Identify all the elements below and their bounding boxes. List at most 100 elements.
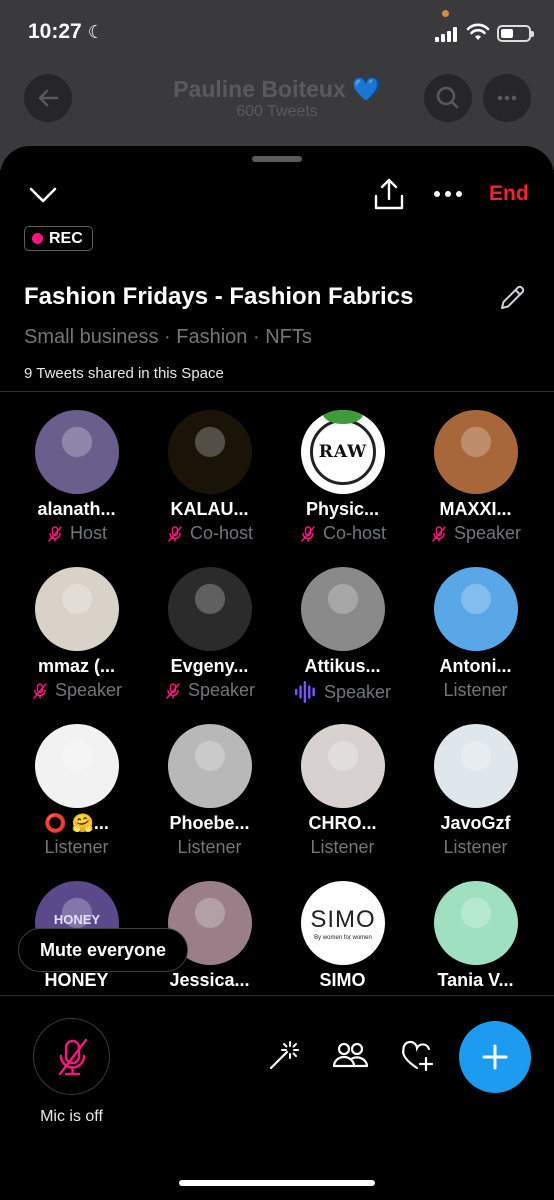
people-icon[interactable] xyxy=(330,1036,370,1076)
status-time: 10:27 ☾ xyxy=(28,20,104,44)
divider xyxy=(0,391,554,392)
participant-grid: alanath... Host KALAU... Co-host RAW Physic..… xyxy=(10,410,544,995)
participant-role: Listener xyxy=(409,837,542,858)
edit-pencil-icon[interactable] xyxy=(496,282,528,314)
avatar[interactable] xyxy=(434,724,518,808)
end-space-button[interactable]: End xyxy=(489,182,529,206)
more-icon xyxy=(497,95,517,101)
record-dot-icon xyxy=(32,233,43,244)
wifi-icon xyxy=(466,23,490,40)
avatar[interactable] xyxy=(168,410,252,494)
avatar[interactable] xyxy=(168,567,252,651)
participant-tile[interactable]: Attikus... Speaker xyxy=(276,567,409,717)
battery-icon xyxy=(497,25,534,42)
simo-logo-text: SIMO xyxy=(310,905,376,933)
avatar[interactable] xyxy=(434,881,518,965)
mic-muted-icon xyxy=(301,525,315,542)
avatar[interactable] xyxy=(434,410,518,494)
chevron-down-icon[interactable] xyxy=(26,180,60,210)
avatar[interactable] xyxy=(35,567,119,651)
avatar[interactable]: SIMO By women for women xyxy=(301,881,385,965)
rec-label: REC xyxy=(49,229,83,247)
profile-header: Pauline Boiteux 💙 600 Tweets xyxy=(0,70,554,130)
participant-tile[interactable]: Antoni... Listener xyxy=(409,567,542,717)
space-topics[interactable]: Small business · Fashion · NFTs xyxy=(24,326,312,349)
participant-name: mmaz (... xyxy=(37,656,116,676)
participant-role-label: Speaker xyxy=(323,681,392,702)
space-sheet: End REC Fashion Fridays - Fashion Fabric… xyxy=(0,146,554,1200)
raw-logo-text: RAW xyxy=(318,442,368,462)
participant-role: Listener xyxy=(143,837,276,858)
mute-everyone-button[interactable]: Mute everyone xyxy=(18,928,188,972)
participant-name: MAXXI... xyxy=(439,499,512,519)
search-icon xyxy=(436,86,459,109)
participant-role-label: Co-host xyxy=(322,523,387,543)
mic-off-icon xyxy=(58,1038,88,1076)
participant-role-label: Speaker xyxy=(54,680,123,700)
home-indicator[interactable] xyxy=(179,1180,375,1186)
mic-toggle-button[interactable] xyxy=(33,1018,110,1095)
participant-tile[interactable]: Tania V... xyxy=(409,881,542,995)
participant-tile[interactable]: Evgeny... Speaker xyxy=(143,567,276,717)
participant-role-label: Listener xyxy=(443,837,508,857)
sheet-toolbar: End xyxy=(0,176,554,216)
cellular-signal-icon xyxy=(435,26,459,42)
participant-role-label: Listener xyxy=(310,837,375,857)
participant-role: Co-host xyxy=(143,523,276,544)
participant-tile[interactable]: Phoebe... Listener xyxy=(143,724,276,874)
participant-name: Physic... xyxy=(305,499,380,519)
plus-icon xyxy=(482,1044,508,1070)
avatar[interactable] xyxy=(168,724,252,808)
mic-status-label: Mic is off xyxy=(40,1108,103,1125)
avatar[interactable] xyxy=(35,724,119,808)
clock-text: 10:27 xyxy=(28,20,82,43)
participant-name: SIMO xyxy=(319,970,366,990)
search-button[interactable] xyxy=(424,74,472,122)
avatar[interactable] xyxy=(301,567,385,651)
participant-name: alanath... xyxy=(37,499,116,519)
magic-wand-icon[interactable] xyxy=(263,1036,303,1076)
participant-role-label: Speaker xyxy=(453,523,522,543)
participant-tile[interactable]: alanath... Host xyxy=(10,410,143,560)
participant-tile[interactable]: CHRO... Listener xyxy=(276,724,409,874)
status-bar: 10:27 ☾ xyxy=(0,0,554,64)
space-title: Fashion Fridays - Fashion Fabrics xyxy=(24,283,414,310)
participant-tile[interactable]: SIMO By women for women SIMO xyxy=(276,881,409,995)
participant-tile[interactable]: JavoGzf Listener xyxy=(409,724,542,874)
participant-role-label: Speaker xyxy=(187,680,256,700)
profile-more-button[interactable] xyxy=(483,74,531,122)
avatar[interactable] xyxy=(434,567,518,651)
participant-tile[interactable]: MAXXI... Speaker xyxy=(409,410,542,560)
participant-tile[interactable]: RAW Physic... Co-host xyxy=(276,410,409,560)
participant-name: KALAU... xyxy=(170,499,249,519)
share-icon[interactable] xyxy=(372,176,406,212)
sheet-grabber[interactable] xyxy=(252,156,302,162)
add-button[interactable] xyxy=(459,1021,531,1093)
more-options-icon[interactable] xyxy=(432,184,464,204)
background-profile-page: 10:27 ☾ Pauline Boiteux 💙 600 Tweets xyxy=(0,0,554,170)
participant-tile[interactable]: KALAU... Co-host xyxy=(143,410,276,560)
mic-muted-icon xyxy=(33,682,47,699)
participant-role: Speaker xyxy=(409,523,542,544)
participant-name: Tania V... xyxy=(437,970,514,990)
participant-role: Co-host xyxy=(276,523,409,544)
participant-name: CHRO... xyxy=(308,813,377,833)
avatar[interactable] xyxy=(301,724,385,808)
participant-name: Phoebe... xyxy=(169,813,250,833)
moon-icon: ☾ xyxy=(87,22,104,42)
participant-name: Evgeny... xyxy=(170,656,249,676)
avatar[interactable] xyxy=(35,410,119,494)
tweets-shared-link[interactable]: 9 Tweets shared in this Space xyxy=(24,365,224,382)
heart-plus-icon[interactable] xyxy=(397,1036,437,1076)
avatar[interactable]: RAW xyxy=(301,410,385,494)
simo-logo-subtext: By women for women xyxy=(314,934,372,941)
participant-tile[interactable]: mmaz (... Speaker xyxy=(10,567,143,717)
participant-name: ⭕ 🤗... xyxy=(44,813,109,833)
divider xyxy=(0,995,554,996)
participant-tile[interactable]: ⭕ 🤗... Listener xyxy=(10,724,143,874)
participant-role-label: Listener xyxy=(177,837,242,857)
mic-muted-icon xyxy=(166,682,180,699)
participant-role-label: Listener xyxy=(443,680,508,700)
participant-role-label: Host xyxy=(69,523,107,543)
participant-name: Antoni... xyxy=(439,656,512,676)
